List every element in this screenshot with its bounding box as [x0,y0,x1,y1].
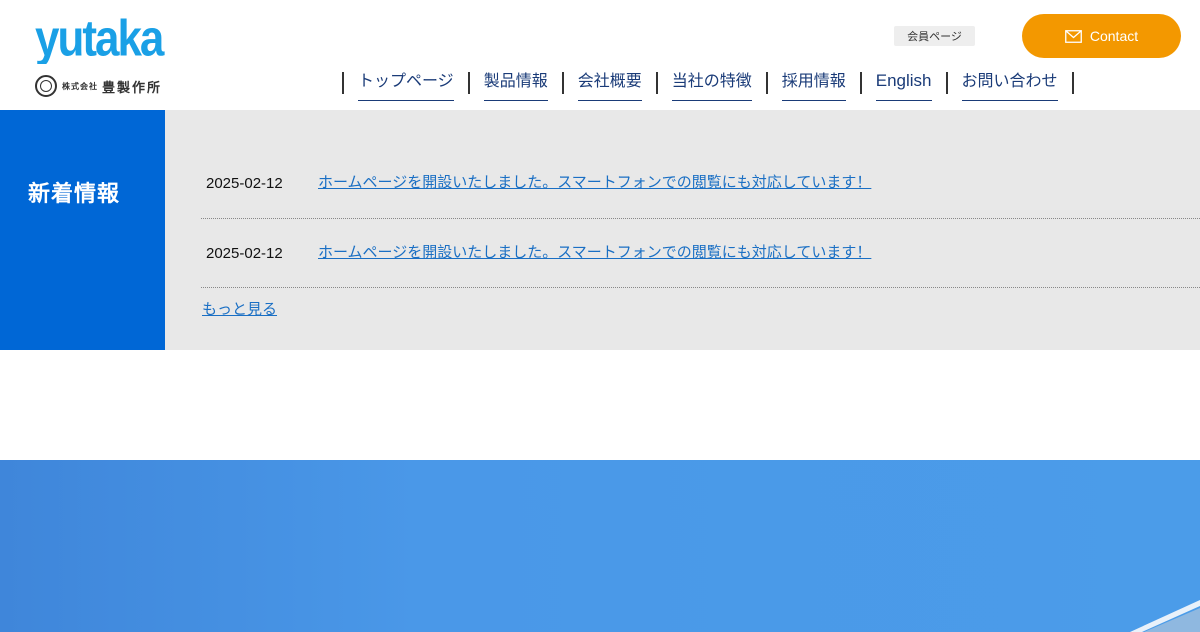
news-date: 2025-02-12 [206,175,283,192]
news-section: 新着情報 2025-02-12 ホームページを開設いたしました。スマートフォンで… [0,110,1200,350]
news-title-link[interactable]: ホームページを開設いたしました。スマートフォンでの閲覧にも対応しています！ [318,171,871,192]
nav-divider [765,72,768,94]
nav-item-recruit[interactable]: 採用情報 [781,68,846,101]
mail-icon [1064,29,1082,43]
nav-divider [945,72,948,94]
contact-button[interactable]: Contact [1022,14,1181,58]
global-nav: トップページ 製品情報 会社概要 当社の特徴 採用情報 English お問い合… [342,68,1074,102]
nav-item-company[interactable]: 会社概要 [577,68,642,101]
logo-wordmark: yutaka [35,14,173,64]
logo-company: 株式会社 豊製作所 [35,74,162,98]
nav-divider [342,72,344,94]
news-heading: 新着情報 [28,182,121,207]
news-item: 2025-02-12 ホームページを開設いたしました。スマートフォンでの閲覧にも… [201,219,1200,288]
news-more-link[interactable]: もっと見る [202,298,277,319]
nav-divider [859,72,862,94]
hero-banner [0,460,1200,632]
news-item: 2025-02-12 ホームページを開設いたしました。スマートフォンでの閲覧にも… [201,110,1200,219]
site-logo[interactable]: yutaka 株式会社 豊製作所 [35,14,175,98]
member-page-link[interactable]: 会員ページ [894,26,975,46]
nav-item-top[interactable]: トップページ [358,68,454,101]
news-date: 2025-02-12 [206,245,283,262]
nav-divider [561,72,564,94]
company-name: 豊製作所 [102,80,163,96]
contact-label: Contact [1089,28,1139,44]
nav-divider [1071,72,1074,94]
news-list: 2025-02-12 ホームページを開設いたしました。スマートフォンでの閲覧にも… [201,110,1200,288]
nav-divider [467,72,470,94]
nav-item-features[interactable]: 当社の特徴 [671,68,752,101]
nav-item-contact[interactable]: お問い合わせ [961,68,1058,101]
nav-divider [655,72,658,94]
nav-item-products[interactable]: 製品情報 [483,68,548,101]
news-title-link[interactable]: ホームページを開設いたしました。スマートフォンでの閲覧にも対応しています！ [318,241,871,262]
logo-text: yutaka [35,14,165,64]
company-prefix: 株式会社 [62,81,98,91]
company-seal-icon [35,75,57,97]
site-header: yutaka 株式会社 豊製作所 会員ページ Contact トップページ 製品… [0,0,1200,110]
hero-graphic [1130,600,1200,632]
news-heading-box: 新着情報 [0,110,165,350]
nav-item-english[interactable]: English [875,68,932,101]
